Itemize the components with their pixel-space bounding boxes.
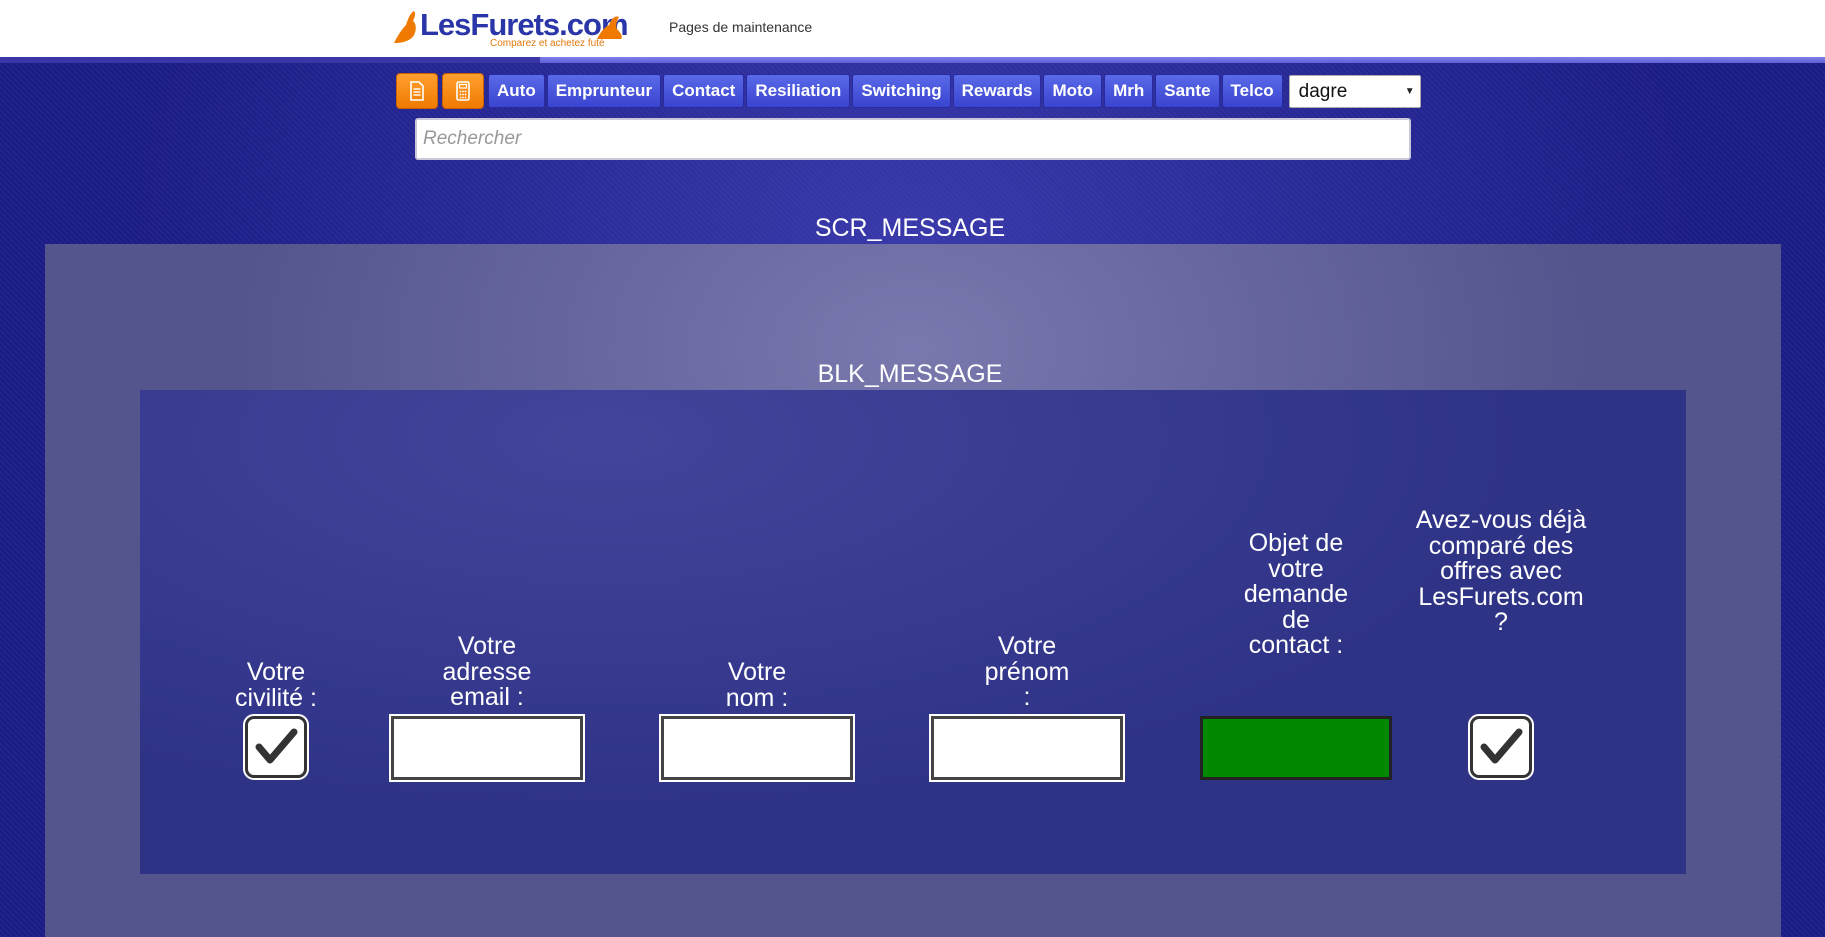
email-label: Votre adresse email : [442,632,532,711]
nom-field: Votre nom : [657,658,857,782]
document-icon [410,81,424,101]
search-input[interactable]: Rechercher [415,118,1411,160]
nom-label: Votre nom : [725,658,789,712]
theme-select-value: dagre [1298,80,1348,102]
prenom-field: Votre prénom : [927,632,1127,782]
nav-moto[interactable]: Moto [1043,74,1103,108]
nav-resiliation[interactable]: Resiliation [746,74,851,108]
nav-sante[interactable]: Sante [1155,74,1220,108]
block-title: BLK_MESSAGE [817,360,1003,388]
prenom-input[interactable] [929,714,1125,782]
compare-field: Avez-vous déjà comparé des offres avec L… [1401,506,1601,780]
theme-select[interactable]: dagre ▼ [1288,74,1421,108]
email-input[interactable] [389,714,585,782]
civilite-label: Votre civilité : [235,658,317,712]
compare-checkbox[interactable] [1468,714,1534,780]
nav-toolbar: Auto Emprunteur Contact Resiliation Swit… [396,73,1421,109]
nom-input[interactable] [659,714,855,782]
page-title: Pages de maintenance [669,19,813,35]
calculator-icon [456,81,470,101]
calculator-button[interactable] [442,73,484,109]
logo-tagline: Comparez et achetez futé [490,38,605,49]
civilite-checkbox[interactable] [243,714,309,780]
dropdown-arrow-icon: ▼ [1404,85,1415,97]
screen-title: SCR_MESSAGE [814,214,1006,242]
nav-telco[interactable]: Telco [1221,74,1283,108]
nav-mrh[interactable]: Mrh [1104,74,1154,108]
objet-field: Objet de votre demande de contact : [1196,529,1396,780]
nav-rewards[interactable]: Rewards [952,74,1042,108]
nav-auto[interactable]: Auto [488,74,545,108]
nav-switching[interactable]: Switching [852,74,951,108]
email-field: Votre adresse email : [387,632,587,782]
compare-label: Avez-vous déjà comparé des offres avec L… [1415,506,1587,636]
nav-emprunteur[interactable]: Emprunteur [546,74,662,108]
top-header [0,0,1825,57]
document-button[interactable] [396,73,438,109]
logo[interactable]: LesFurets.com Comparez et achetez futé [390,5,630,51]
objet-select[interactable] [1200,716,1392,780]
objet-label: Objet de votre demande de contact : [1243,529,1349,659]
nav-contact[interactable]: Contact [663,74,745,108]
civilite-field: Votre civilité : [226,658,326,780]
checkmark-icon [1480,728,1523,764]
prenom-label: Votre prénom : [984,632,1070,711]
checkmark-icon [255,728,298,764]
